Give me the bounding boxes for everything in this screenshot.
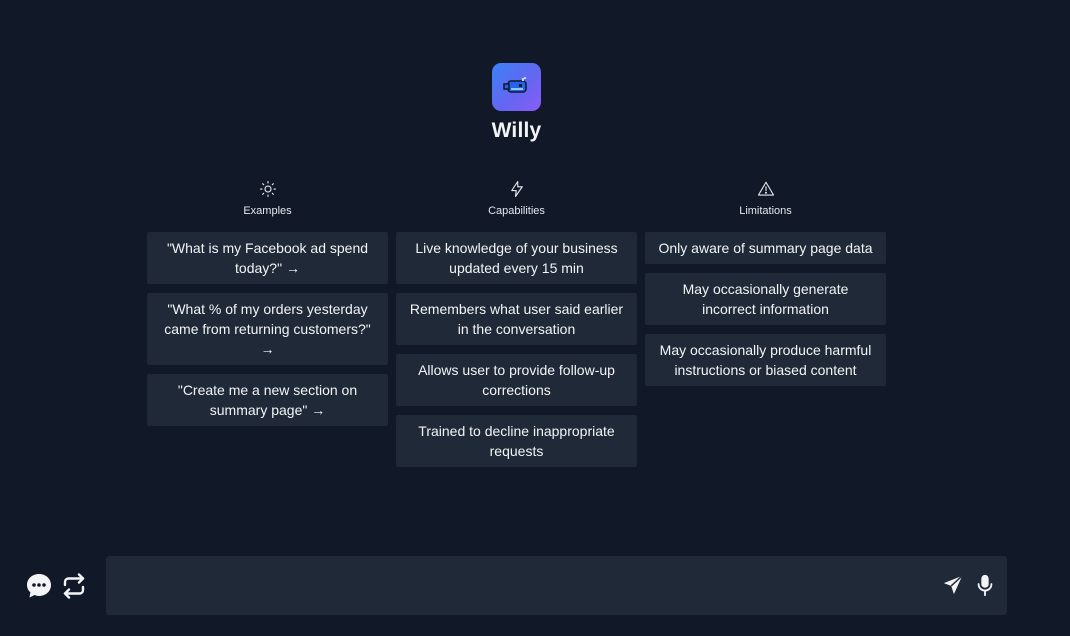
capabilities-column: Capabilities Live knowledge of your busi… xyxy=(396,180,637,476)
limitation-item: May occasionally generate incorrect info… xyxy=(645,273,886,325)
limitation-item: May occasionally produce harmful instruc… xyxy=(645,334,886,386)
capability-item: Allows user to provide follow-up correct… xyxy=(396,354,637,406)
examples-header: Examples xyxy=(147,180,388,232)
app-logo xyxy=(492,63,541,111)
whale-icon xyxy=(502,77,527,93)
examples-column: Examples "What is my Facebook ad spend t… xyxy=(147,180,388,435)
lightning-icon xyxy=(510,180,523,198)
message-composer xyxy=(106,556,1007,615)
microphone-icon[interactable] xyxy=(976,574,994,596)
message-input[interactable] xyxy=(120,566,934,607)
sun-icon xyxy=(259,180,276,198)
example-prompt-button[interactable]: "What % of my orders yesterday came from… xyxy=(147,293,388,365)
limitation-item: Only aware of summary page data xyxy=(645,232,886,264)
repeat-icon[interactable] xyxy=(59,571,88,600)
capabilities-header: Capabilities xyxy=(396,180,637,232)
examples-title: Examples xyxy=(243,205,292,217)
limitations-column: Limitations Only aware of summary page d… xyxy=(645,180,886,395)
capabilities-title: Capabilities xyxy=(488,205,545,217)
warning-icon xyxy=(757,181,774,196)
limitations-header: Limitations xyxy=(645,180,886,232)
app-title: Willy xyxy=(491,119,542,142)
send-icon[interactable] xyxy=(942,574,964,596)
capability-item: Remembers what user said earlier in the … xyxy=(396,293,637,345)
limitations-title: Limitations xyxy=(739,205,792,217)
chat-landing-page: Willy Examples "What is my Facebook ad s… xyxy=(0,0,1070,636)
capability-item: Trained to decline inappropriate request… xyxy=(396,415,637,467)
capability-item: Live knowledge of your business updated … xyxy=(396,232,637,284)
example-prompt-button[interactable]: "Create me a new section on summary page… xyxy=(147,374,388,426)
example-prompt-button[interactable]: "What is my Facebook ad spend today?" → xyxy=(147,232,388,284)
chat-bubble-icon[interactable] xyxy=(24,571,53,600)
